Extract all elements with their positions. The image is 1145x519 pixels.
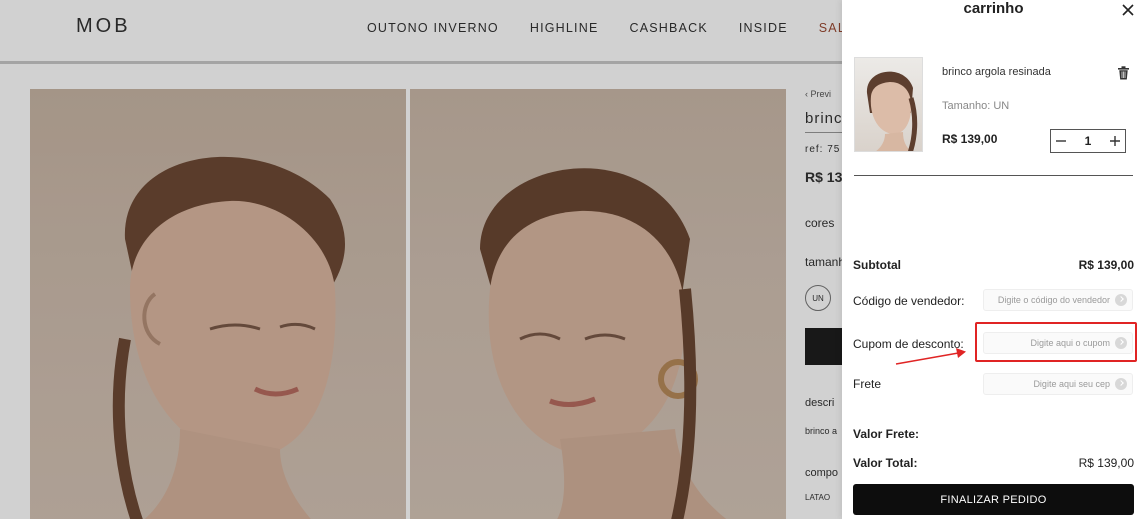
arrow-right-icon: [895, 348, 966, 365]
coupon-highlight-box: [975, 322, 1137, 362]
quantity-stepper: 1: [1050, 129, 1126, 153]
subtotal-label: Subtotal: [853, 258, 901, 272]
vendor-code-field: [983, 289, 1133, 311]
vendor-code-input[interactable]: [988, 290, 1110, 310]
minus-icon: [1056, 140, 1066, 142]
cart-item-size: Tamanho: UN: [942, 100, 1010, 112]
close-icon: [1122, 4, 1134, 16]
cart-title: carrinho: [963, 0, 1024, 17]
total-label: Valor Total:: [853, 456, 918, 470]
zip-submit-icon[interactable]: [1115, 378, 1127, 390]
page-dim-overlay[interactable]: [0, 0, 842, 519]
zip-input[interactable]: [988, 374, 1110, 394]
increase-quantity-button[interactable]: [1105, 130, 1125, 152]
plus-icon: [1110, 136, 1120, 146]
subtotal-value: R$ 139,00: [1078, 258, 1134, 272]
store-page: MOB OUTONO INVERNO HIGHLINE CASHBACK INS…: [0, 0, 842, 519]
cart-divider: [854, 175, 1133, 176]
remove-item-button[interactable]: [1117, 66, 1130, 80]
decrease-quantity-button[interactable]: [1051, 130, 1071, 152]
quantity-value: 1: [1084, 134, 1092, 148]
checkout-button[interactable]: FINALIZAR PEDIDO: [853, 484, 1134, 515]
vendor-code-label: Código de vendedor:: [853, 294, 965, 308]
cart-item-name[interactable]: brinco argola resinada: [942, 66, 1051, 78]
shipping-label: Frete: [853, 377, 882, 391]
vendor-code-submit-icon[interactable]: [1115, 294, 1127, 306]
trash-icon: [1118, 66, 1129, 80]
total-value: R$ 139,00: [1078, 456, 1134, 470]
cart-item-thumbnail[interactable]: [854, 57, 923, 152]
close-cart-button[interactable]: [1120, 2, 1136, 18]
shipping-value-label: Valor Frete:: [853, 427, 920, 441]
cart-item-price: R$ 139,00: [942, 132, 998, 146]
zip-field: [983, 373, 1133, 395]
cart-drawer: carrinho brinco argola resinada Tamanho:…: [842, 0, 1145, 519]
